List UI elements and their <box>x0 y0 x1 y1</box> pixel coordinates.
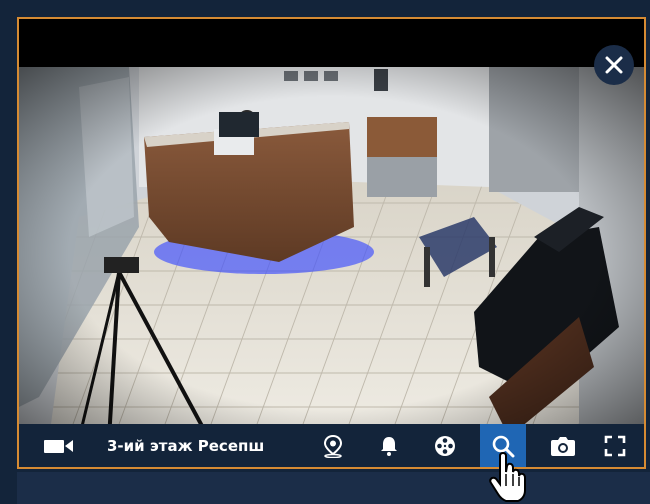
camera-toolbar: 3-ий этаж Ресепш <box>19 424 644 467</box>
archive-button[interactable] <box>427 424 463 467</box>
bell-icon <box>381 436 397 456</box>
camera-tile[interactable]: 3-ий этаж Ресепш <box>17 17 646 469</box>
hand-pointer-cursor-icon <box>488 451 528 504</box>
snapshot-button[interactable] <box>545 424 581 467</box>
fullscreen-button[interactable] <box>597 424 633 467</box>
camera-viewer: 3-ий этаж Ресепш <box>0 0 650 504</box>
close-icon <box>605 56 623 74</box>
video-feed[interactable] <box>19 67 644 439</box>
close-button[interactable] <box>594 45 634 85</box>
notifications-button[interactable] <box>371 424 407 467</box>
fullscreen-icon <box>604 435 626 456</box>
video-camera-icon <box>41 424 77 467</box>
reception-scene-image <box>19 67 644 439</box>
camera-snapshot-icon <box>551 436 575 456</box>
map-pin-icon <box>323 434 343 458</box>
location-button[interactable] <box>315 424 351 467</box>
camera-title: 3-ий этаж Ресепш <box>107 436 265 455</box>
video-letterbox-top <box>19 19 644 67</box>
bottom-panel <box>17 472 650 504</box>
film-reel-icon <box>435 435 455 456</box>
